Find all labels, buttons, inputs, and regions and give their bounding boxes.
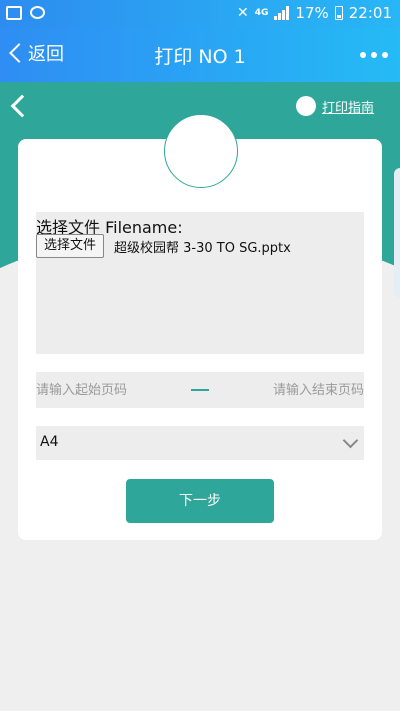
mute-icon: ✕ [237, 5, 249, 21]
end-page-input[interactable] [234, 372, 364, 408]
wechat-icon [30, 6, 45, 19]
signal-icon [274, 6, 290, 20]
app-header: 返回 打印 NO 1 [0, 28, 400, 82]
more-dot-icon [371, 52, 377, 58]
avatar [164, 114, 238, 188]
selected-file-name: 超级校园帮 3-30 TO SG.pptx [114, 241, 291, 256]
more-dot-icon [382, 52, 388, 58]
more-options-button[interactable] [360, 52, 388, 58]
choose-file-button[interactable]: 选择文件 [36, 234, 105, 258]
battery-percent: 17% [295, 4, 329, 22]
status-bar: ✕ 4G 17% 22:01 [0, 0, 400, 28]
paper-size-value: A4 [40, 434, 59, 450]
chevron-down-icon [342, 432, 359, 449]
page-range [36, 372, 364, 408]
guide-label: 打印指南 [321, 100, 374, 116]
battery-icon [334, 6, 343, 20]
range-dash [191, 389, 209, 391]
more-dot-icon [360, 52, 366, 58]
file-upload-area[interactable]: 选择文件 Filename: 选择文件 超级校园帮 3-30 TO SG.ppt… [36, 212, 364, 354]
side-drawer-handle[interactable] [394, 168, 400, 298]
network-type: 4G [254, 7, 269, 18]
status-indicators: ✕ 4G 17% 22:01 [237, 4, 392, 22]
gallery-icon [6, 6, 22, 20]
next-step-button[interactable]: 下一步 [126, 479, 274, 523]
status-notifications [6, 6, 45, 20]
start-page-input[interactable] [36, 372, 166, 408]
paper-size-select[interactable]: A4 [36, 426, 364, 460]
clock: 22:01 [348, 4, 392, 22]
guide-icon [295, 96, 316, 116]
page-title: 打印 NO 1 [154, 46, 246, 68]
print-guide-link[interactable]: 打印指南 [295, 96, 374, 116]
